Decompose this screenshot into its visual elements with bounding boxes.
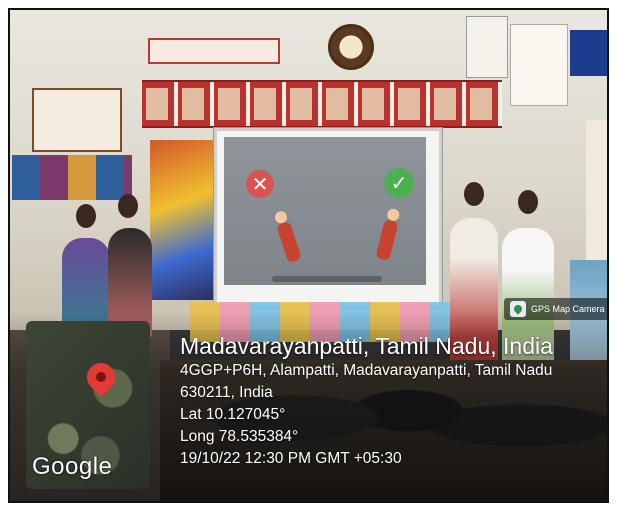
video-player-bar [272, 276, 382, 282]
address-line-2: 630211, India [180, 384, 273, 401]
location-info: Madavarayanpatti, Tamil Nadu, India 4GGP… [180, 332, 553, 470]
presenter-head [76, 204, 96, 228]
address-line-1: 4GGP+P6H, Alampatti, Madavarayanpatti, T… [180, 362, 553, 379]
cross-icon: ✕ [246, 170, 274, 198]
presenter-head [518, 190, 538, 214]
check-icon: ✓ [384, 168, 414, 198]
app-badge-label: GPS Map Camera [531, 304, 605, 314]
photo-collage [12, 155, 132, 200]
wall-banner [148, 38, 280, 64]
cabinet [586, 120, 607, 260]
poster-right-a [466, 16, 508, 78]
map-brand: Google [32, 453, 113, 480]
map-pin-icon [81, 357, 121, 397]
poster-left [32, 88, 122, 152]
app-badge: GPS Map Camera [504, 298, 607, 320]
wall-clock-icon [328, 24, 374, 70]
presenter-head [118, 194, 138, 218]
location-title: Madavarayanpatti, Tamil Nadu, India [180, 333, 553, 359]
presenter-head [464, 182, 484, 206]
wall-painting [150, 140, 218, 300]
photo-frame: ✕ ✓ GPS Map Camera Google Madavarayanpat… [8, 8, 609, 503]
poster-right-c [570, 30, 607, 76]
datetime: 19/10/22 12:30 PM GMT +05:30 [180, 450, 402, 467]
longitude: Long 78.535384° [180, 428, 299, 445]
gps-camera-icon [510, 301, 526, 317]
map-thumbnail: Google [26, 321, 150, 489]
latitude: Lat 10.127045° [180, 406, 286, 423]
poster-right-b [510, 24, 568, 106]
portrait-frieze [142, 80, 502, 128]
